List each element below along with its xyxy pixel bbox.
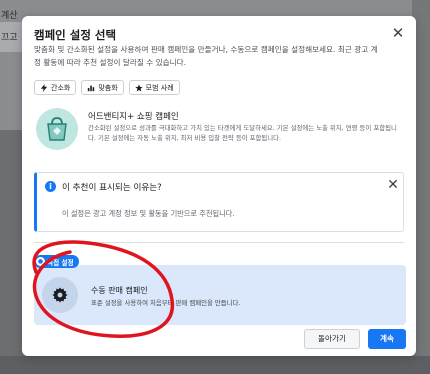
recommended-campaign-option[interactable]: 어드밴티지+ 쇼핑 캠페인 간소화된 설정으로 성과를 극대화하고 가치 있는 … [34,106,404,164]
star-icon [134,83,143,92]
gear-icon [42,277,78,313]
chip-label: 맞춤화 [98,83,118,92]
badge-label: 직접 설정 [47,258,74,267]
badge-icon: ● [36,257,45,266]
campaign-setup-dialog: 캠페인 설정 선택 ✕ 맞춤화 및 간소화된 설정을 사용하여 판매 캠페인을 … [22,16,416,356]
chip-simplified: 간소화 [34,80,77,95]
recommended-description: 간소화된 설정으로 성과를 극대화하고 가치 있는 타겟에게 도달하세요. 기본… [88,124,397,142]
back-button[interactable]: 돌아가기 [304,329,360,349]
close-icon[interactable]: ✕ [385,177,401,193]
chip-best-practice: 모범 사례 [128,80,180,95]
manual-campaign-option[interactable]: 수동 판매 캠페인 표준 설정을 사용하여 처음부터 판매 캠페인을 만듭니다. [34,265,406,325]
divider [34,242,404,243]
recommended-title: 어드밴티지+ 쇼핑 캠페인 [88,112,179,122]
continue-button[interactable]: 계속 [368,329,406,349]
background-footer [0,356,430,374]
background-text: 끄고 [1,33,18,43]
chip-label: 간소화 [51,83,71,92]
direct-setup-badge: ● 직접 설정 [34,255,79,268]
chart-icon [88,85,95,91]
info-icon: i [45,181,56,192]
dialog-title: 캠페인 설정 선택 [34,28,117,42]
chip-customized: 맞춤화 [81,80,124,95]
recommendation-info-box: i 이 추천이 표시되는 이유는? 이 설정은 광고 계정 정보 및 활동을 기… [34,172,404,232]
info-description: 이 설정은 광고 계정 정보 및 활동을 기반으로 추천됩니다. [62,209,235,218]
dialog-description: 맞춤화 및 간소화된 설정을 사용하여 판매 캠페인을 만들거나, 수동으로 캠… [34,45,378,67]
manual-description: 표준 설정을 사용하여 처음부터 판매 캠페인을 만듭니다. [91,299,241,307]
shopping-bag-icon [36,108,78,150]
background-text: 계산 [1,11,18,21]
lightning-icon [40,83,48,92]
close-icon[interactable]: ✕ [390,25,406,41]
manual-title: 수동 판매 캠페인 [91,286,148,295]
feature-chips: 간소화 맞춤화 모범 사례 [34,80,180,95]
info-title: 이 추천이 표시되는 이유는? [62,183,162,193]
chip-label: 모범 사례 [145,83,174,92]
